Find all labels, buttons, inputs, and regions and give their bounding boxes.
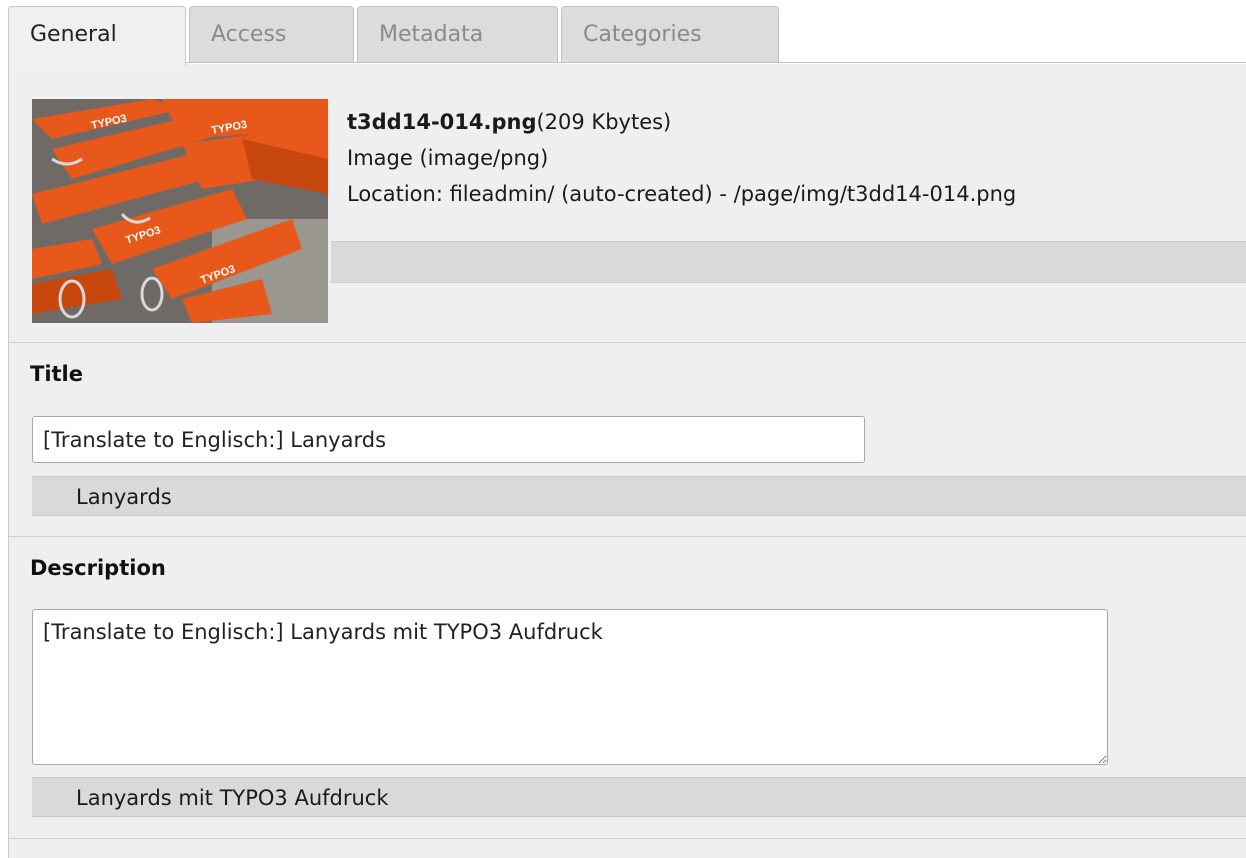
section-divider: [9, 838, 1246, 839]
general-panel: TYPO3 TYPO3 TYPO3 TYPO3 t3dd14-014.png(2…: [8, 64, 1246, 858]
tab-access[interactable]: Access: [189, 6, 354, 62]
tab-bar-divider: [186, 62, 1246, 63]
file-size: (209 Kbytes): [536, 110, 672, 134]
file-info-bar: [331, 241, 1246, 283]
section-divider: [9, 342, 1246, 343]
tab-bar: General Access Metadata Categories: [0, 0, 1246, 66]
title-input[interactable]: [32, 416, 865, 463]
file-location: Location: fileadmin/ (auto-created) - /p…: [347, 182, 1017, 206]
tab-general[interactable]: General: [8, 6, 186, 66]
description-textarea[interactable]: [Translate to Englisch:] Lanyards mit TY…: [32, 609, 1108, 765]
title-label: Title: [30, 362, 84, 386]
file-name: t3dd14-014.png: [347, 110, 537, 134]
file-info: t3dd14-014.png(209 Kbytes) Image (image/…: [347, 104, 1016, 212]
lanyards-image: TYPO3 TYPO3 TYPO3 TYPO3: [32, 99, 328, 323]
file-thumbnail[interactable]: TYPO3 TYPO3 TYPO3 TYPO3: [32, 99, 328, 323]
file-type: Image (image/png): [347, 146, 549, 170]
section-divider: [9, 536, 1246, 537]
tab-categories[interactable]: Categories: [561, 6, 779, 62]
description-label: Description: [30, 556, 166, 580]
title-original-value: Lanyards: [32, 476, 1246, 516]
tab-metadata[interactable]: Metadata: [357, 6, 558, 62]
description-original-value: Lanyards mit TYPO3 Aufdruck: [32, 777, 1246, 817]
